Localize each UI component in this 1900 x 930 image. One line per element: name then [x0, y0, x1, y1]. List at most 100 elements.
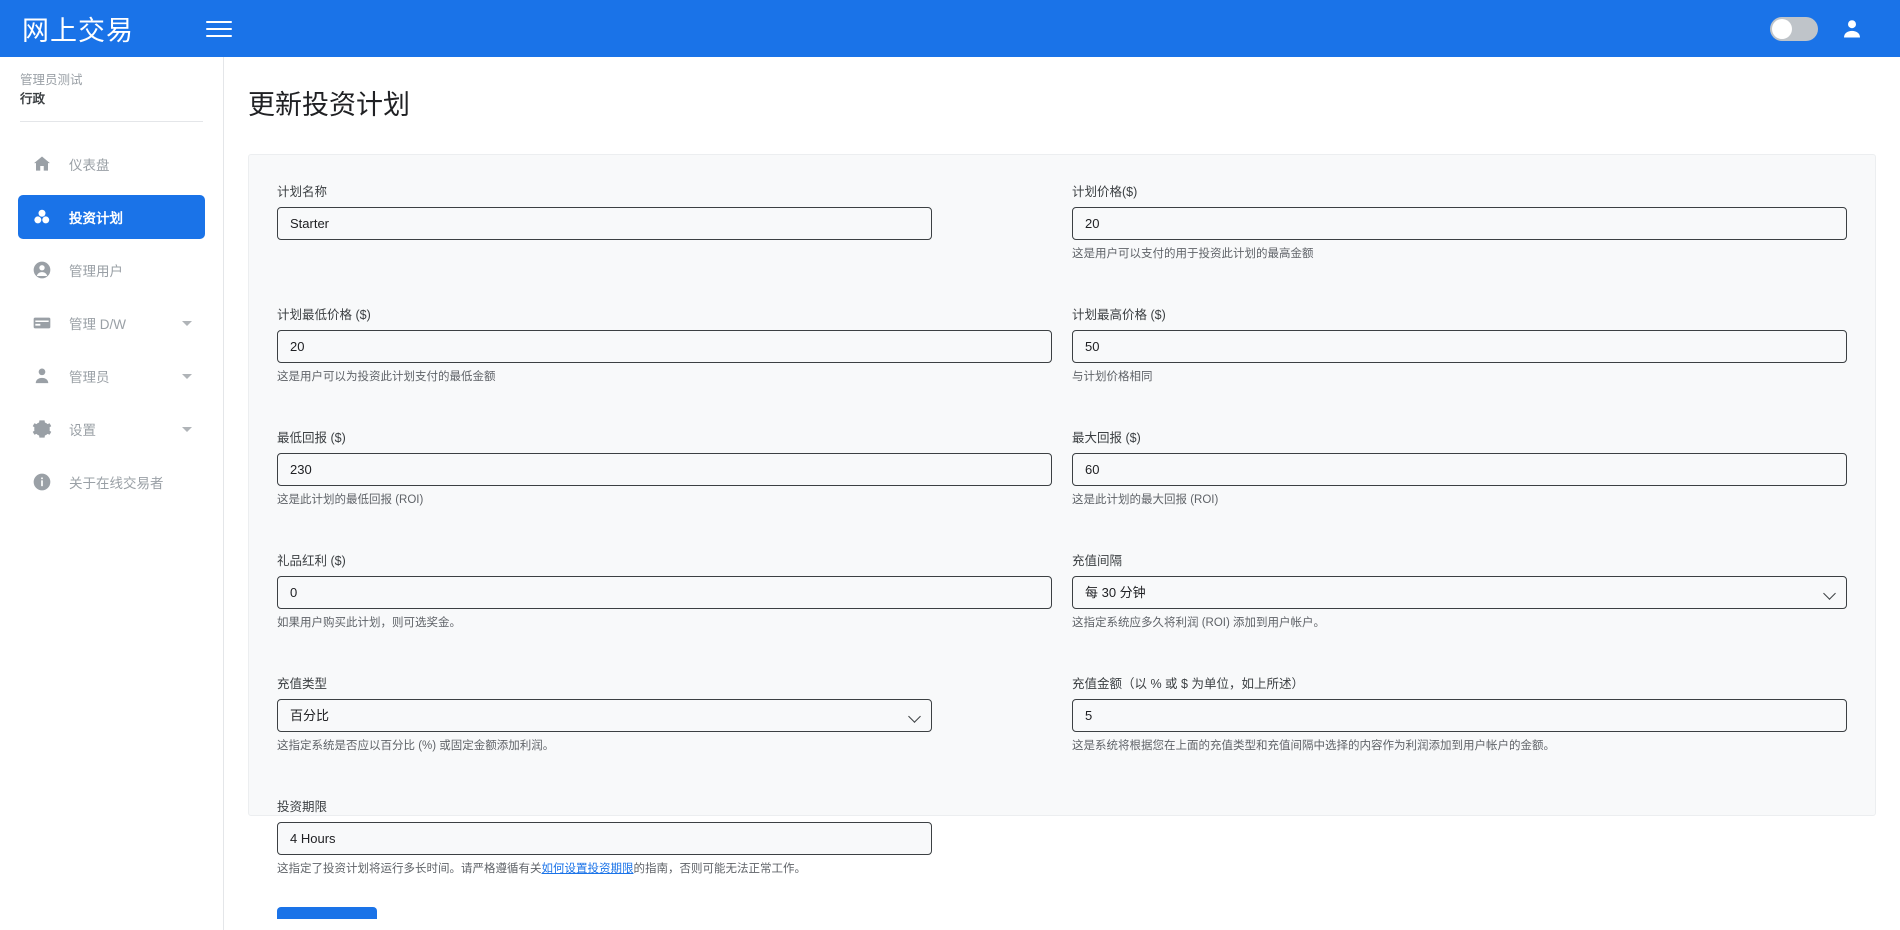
investment-duration-help-link[interactable]: 如何设置投资期限: [542, 863, 634, 875]
row-spacer-5: [267, 766, 1857, 796]
row-spacer-2: [267, 397, 1857, 427]
sidebar-item-label: 管理用户: [69, 260, 123, 280]
form-row-5: 充值类型 百分比 这指定系统是否应以百分比 (%) 或固定金额添加利润。 充值金…: [267, 673, 1857, 766]
recharge-type-select-wrap: 百分比: [277, 699, 932, 732]
card-icon: [31, 312, 53, 334]
form-col-right: 最大回报 ($) 这是此计划的最大回报 (ROI): [1062, 427, 1857, 520]
home-icon: [31, 153, 53, 175]
info-icon: [31, 471, 53, 493]
sidebar-item-label: 管理员: [69, 366, 110, 386]
app-brand-title: 网上交易: [22, 9, 134, 48]
hamburger-bar-1: [206, 21, 232, 23]
sidebar-item-label: 仪表盘: [69, 154, 110, 174]
recharge-type-help: 这指定系统是否应以百分比 (%) 或固定金额添加利润。: [277, 738, 1052, 754]
recharge-type-label: 充值类型: [277, 673, 1052, 692]
plan-price-input[interactable]: [1072, 207, 1847, 240]
sidebar-item-settings[interactable]: 设置: [18, 407, 205, 451]
plan-name-label: 计划名称: [277, 181, 1052, 200]
field-plan-price: 计划价格($) 这是用户可以支付的用于投资此计划的最高金额: [1072, 181, 1847, 262]
field-investment-duration: 投资期限 这指定了投资计划将运行多长时间。请严格遵循有关如何设置投资期限的指南，…: [277, 796, 1052, 877]
sidebar-item-administrator[interactable]: 管理员: [18, 354, 205, 398]
top-navbar: 网上交易: [0, 0, 1900, 57]
form-col-right: 充值金额（以 % 或 $ 为单位，如上所述） 这是系统将根据您在上面的充值类型和…: [1062, 673, 1857, 766]
form-row-6: 投资期限 这指定了投资计划将运行多长时间。请严格遵循有关如何设置投资期限的指南，…: [267, 796, 1857, 889]
investment-duration-help-before: 这指定了投资计划将运行多长时间。请严格遵循有关: [277, 863, 542, 875]
sidebar-item-label: 投资计划: [69, 207, 123, 227]
field-recharge-type: 充值类型 百分比 这指定系统是否应以百分比 (%) 或固定金额添加利润。: [277, 673, 1052, 754]
field-gift-bonus: 礼品红利 ($) 如果用户购买此计划，则可选奖金。: [277, 550, 1052, 631]
plan-price-label: 计划价格($): [1072, 181, 1847, 200]
min-return-input[interactable]: [277, 453, 1052, 486]
field-recharge-amount: 充值金额（以 % 或 $ 为单位，如上所述） 这是系统将根据您在上面的充值类型和…: [1072, 673, 1847, 754]
sidebar-item-manage-dw[interactable]: 管理 D/W: [18, 301, 205, 345]
max-return-input[interactable]: [1072, 453, 1847, 486]
sidebar-nav: 仪表盘 投资计划 管理用户: [0, 142, 223, 504]
sidebar-divider: [20, 121, 203, 122]
person-icon: [31, 365, 53, 387]
investment-duration-input[interactable]: [277, 822, 932, 855]
recharge-interval-select-wrap: 每 30 分钟: [1072, 576, 1847, 609]
theme-toggle[interactable]: [1770, 17, 1818, 41]
form-col-left: 计划最低价格 ($) 这是用户可以为投资此计划支付的最低金额: [267, 304, 1062, 397]
sidebar-item-dashboard[interactable]: 仪表盘: [18, 142, 205, 186]
form-row-1: 计划名称 计划价格($) 这是用户可以支付的用于投资此计划的最高金额: [267, 181, 1857, 274]
hamburger-icon[interactable]: [206, 16, 236, 42]
form-col-right-empty: [1062, 796, 1857, 889]
gift-bonus-help: 如果用户购买此计划，则可选奖金。: [277, 615, 1052, 631]
row-spacer-4: [267, 643, 1857, 673]
row-spacer-3: [267, 520, 1857, 550]
investment-duration-help-after: 的指南，否则可能无法正常工作。: [634, 863, 807, 875]
plan-max-price-label: 计划最高价格 ($): [1072, 304, 1847, 323]
form-col-right: 计划价格($) 这是用户可以支付的用于投资此计划的最高金额: [1062, 181, 1857, 274]
form-col-left: 充值类型 百分比 这指定系统是否应以百分比 (%) 或固定金额添加利润。: [267, 673, 1062, 766]
profile-role: 行政: [20, 90, 203, 109]
field-plan-min-price: 计划最低价格 ($) 这是用户可以为投资此计划支付的最低金额: [277, 304, 1052, 385]
sidebar-item-about[interactable]: 关于在线交易者: [18, 460, 205, 504]
recharge-type-select[interactable]: 百分比: [277, 699, 932, 732]
hamburger-bar-3: [206, 35, 232, 37]
form-row-4: 礼品红利 ($) 如果用户购买此计划，则可选奖金。 充值间隔 每 30 分钟 这…: [267, 550, 1857, 643]
sidebar-item-label: 关于在线交易者: [69, 472, 164, 492]
sidebar-item-manage-users[interactable]: 管理用户: [18, 248, 205, 292]
chevron-down-icon[interactable]: [182, 427, 192, 432]
gift-bonus-input[interactable]: [277, 576, 1052, 609]
update-plan-form-card: 计划名称 计划价格($) 这是用户可以支付的用于投资此计划的最高金额 计划最低价…: [248, 154, 1876, 816]
plan-min-price-label: 计划最低价格 ($): [277, 304, 1052, 323]
min-return-label: 最低回报 ($): [277, 427, 1052, 446]
form-col-right: 计划最高价格 ($) 与计划价格相同: [1062, 304, 1857, 397]
user-circle-icon: [31, 259, 53, 281]
plan-min-price-help: 这是用户可以为投资此计划支付的最低金额: [277, 369, 1052, 385]
form-col-left: 礼品红利 ($) 如果用户购买此计划，则可选奖金。: [267, 550, 1062, 643]
page-bottom-strip: [0, 919, 1900, 930]
field-recharge-interval: 充值间隔 每 30 分钟 这指定系统应多久将利润 (ROI) 添加到用户帐户。: [1072, 550, 1847, 631]
hamburger-bar-2: [206, 28, 232, 30]
sidebar-item-label: 设置: [69, 419, 96, 439]
sidebar: 管理员测试 行政 仪表盘 投资计划: [0, 57, 224, 930]
cubes-icon: [31, 206, 53, 228]
recharge-amount-help: 这是系统将根据您在上面的充值类型和充值间隔中选择的内容作为利润添加到用户帐户的金…: [1072, 738, 1847, 754]
recharge-interval-select[interactable]: 每 30 分钟: [1072, 576, 1847, 609]
plan-max-price-help: 与计划价格相同: [1072, 369, 1847, 385]
user-icon[interactable]: [1840, 17, 1864, 41]
recharge-interval-label: 充值间隔: [1072, 550, 1847, 569]
sidebar-item-investment-plans[interactable]: 投资计划: [18, 195, 205, 239]
plan-name-input[interactable]: [277, 207, 932, 240]
field-plan-name: 计划名称: [277, 181, 1052, 240]
sidebar-profile: 管理员测试 行政: [0, 57, 223, 121]
recharge-interval-help: 这指定系统应多久将利润 (ROI) 添加到用户帐户。: [1072, 615, 1847, 631]
form-col-left: 投资期限 这指定了投资计划将运行多长时间。请严格遵循有关如何设置投资期限的指南，…: [267, 796, 1062, 889]
form-col-left: 最低回报 ($) 这是此计划的最低回报 (ROI): [267, 427, 1062, 520]
field-max-return: 最大回报 ($) 这是此计划的最大回报 (ROI): [1072, 427, 1847, 508]
gear-icon: [31, 418, 53, 440]
topbar-actions: [1770, 17, 1864, 41]
form-col-left: 计划名称: [267, 181, 1062, 274]
plan-min-price-input[interactable]: [277, 330, 1052, 363]
page-title: 更新投资计划: [248, 83, 1900, 122]
sidebar-item-label: 管理 D/W: [69, 313, 126, 333]
recharge-amount-input[interactable]: [1072, 699, 1847, 732]
plan-max-price-input[interactable]: [1072, 330, 1847, 363]
chevron-down-icon[interactable]: [182, 321, 192, 326]
chevron-down-icon[interactable]: [182, 374, 192, 379]
field-min-return: 最低回报 ($) 这是此计划的最低回报 (ROI): [277, 427, 1052, 508]
plan-price-help: 这是用户可以支付的用于投资此计划的最高金额: [1072, 246, 1847, 262]
